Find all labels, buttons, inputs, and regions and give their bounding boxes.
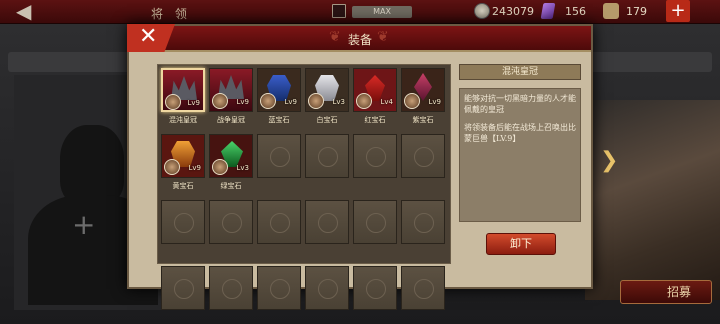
empty-equipment-slot[interactable] [161,200,205,244]
next-arrow-icon[interactable]: ❯ [600,148,618,173]
back-button[interactable]: ◀ [16,1,60,23]
equipment-grid: 混沌皇冠 Lv9 战争皇冠 Lv9 蓝宝石 Lv9 白宝石 Lv3 红宝石 Lv4 紫宝石 Lv9 黄宝… [157,64,451,310]
item-name: 战争皇冠 [217,116,245,124]
equipment-slot[interactable]: Lv9 [161,134,205,178]
add-general-icon[interactable]: + [72,208,95,241]
owner-avatar [212,159,228,175]
empty-equipment-slot[interactable] [209,266,253,310]
owner-avatar [260,93,276,109]
item-level: Lv9 [428,98,442,106]
detail-description-box: 能够对抗一切黑暗力量的人才能佩戴的皇冠 将领装备后能在战场上召唤出比蒙巨兽【LV… [459,88,581,222]
owner-avatar [165,94,181,110]
grain-icon [603,3,619,19]
owner-avatar [308,93,324,109]
empty-equipment-slot[interactable] [401,200,445,244]
item-level: Lv9 [188,164,202,172]
grain-count: 179 [626,5,647,18]
recruit-button[interactable]: 招募 [620,280,712,304]
item-level: Lv9 [187,99,201,107]
item-name: 绿宝石 [220,182,242,190]
equipment-slot[interactable]: Lv9 [209,68,253,112]
item-name: 蓝宝石 [268,116,290,124]
gem-count: 156 [565,5,586,18]
coin-icon [474,3,490,19]
item-name: 紫宝石 [412,116,434,124]
coin-count: 243079 [492,5,534,18]
empty-equipment-slot[interactable] [257,200,301,244]
add-resource-button[interactable]: + [666,0,690,22]
empty-equipment-slot[interactable] [305,134,349,178]
page-title: 将 领 [151,7,191,21]
laurel-right-icon: ❦ [377,29,389,45]
item-level: Lv9 [284,98,298,106]
owner-avatar [404,93,420,109]
equipment-slot[interactable]: Lv9 [257,68,301,112]
building-icon [332,4,346,18]
item-level: Lv9 [236,98,250,106]
equipment-slot[interactable]: Lv9 [161,68,205,112]
empty-equipment-slot[interactable] [353,134,397,178]
empty-equipment-slot[interactable] [353,200,397,244]
empty-equipment-slot[interactable] [161,266,205,310]
unequip-button[interactable]: 卸下 [486,233,556,255]
equipment-slot[interactable]: Lv9 [401,68,445,112]
equipment-modal: ❦ 装备 ❦ ✕ 混沌皇冠 Lv9 战争皇冠 Lv9 蓝宝石 Lv9 白宝石 Lv3 红宝石 Lv… [127,24,593,310]
item-name: 混沌皇冠 [169,116,197,124]
empty-equipment-slot[interactable] [353,266,397,310]
detail-bonus: 将领装备后能在战场上召唤出比蒙巨兽【LV.9】 [464,123,576,143]
owner-avatar [212,93,228,109]
item-name: 黄宝石 [172,182,194,190]
silhouette-head [60,125,124,205]
item-level: Lv3 [332,98,346,106]
item-name: 红宝石 [364,116,386,124]
empty-equipment-slot[interactable] [305,200,349,244]
detail-title: 混沌皇冠 [459,64,581,80]
empty-equipment-slot[interactable] [305,266,349,310]
detail-description: 能够对抗一切黑暗力量的人才能佩戴的皇冠 [464,94,576,114]
empty-equipment-slot[interactable] [257,266,301,310]
owner-avatar [356,93,372,109]
equipment-slot[interactable]: Lv3 [209,134,253,178]
max-badge: MAX [352,6,412,18]
equipment-slot[interactable]: Lv3 [305,68,349,112]
item-level: Lv4 [380,98,394,106]
modal-title: 装备 [347,33,372,47]
item-name: 白宝石 [316,116,338,124]
owner-avatar [164,159,180,175]
empty-equipment-slot[interactable] [401,134,445,178]
item-level: Lv3 [236,164,250,172]
empty-equipment-slot[interactable] [209,200,253,244]
equipment-slot[interactable]: Lv4 [353,68,397,112]
empty-equipment-slot[interactable] [257,134,301,178]
general-portrait [585,100,720,300]
empty-equipment-slot[interactable] [401,266,445,310]
